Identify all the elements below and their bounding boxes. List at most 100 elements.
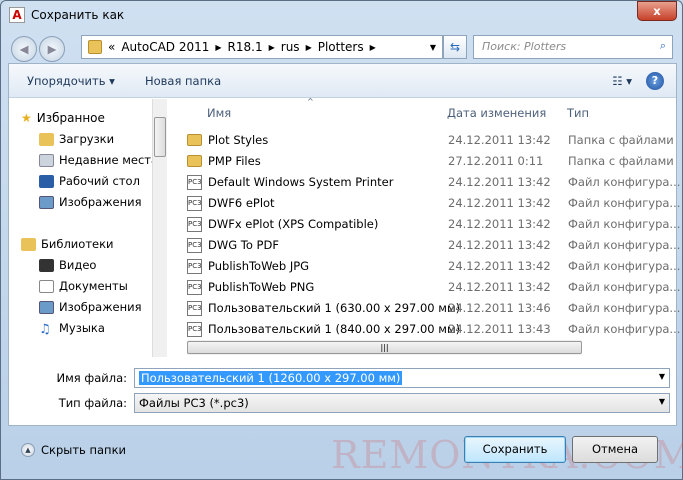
documents-icon xyxy=(39,279,54,293)
recent-places-icon xyxy=(39,153,54,167)
breadcrumb-separator-icon[interactable]: ▶ xyxy=(370,43,376,52)
file-type: Файл конфигура... xyxy=(568,238,681,252)
back-button[interactable]: ◀ xyxy=(11,36,37,62)
sidebar-item-music[interactable]: ♫ Музыка xyxy=(39,321,105,337)
file-type: Папка с файлами xyxy=(568,154,674,168)
sidebar-libraries[interactable]: Библиотеки xyxy=(21,237,114,251)
address-bar[interactable]: « AutoCAD 2011 ▶ R18.1 ▶ rus ▶ Plotters ▶ ▼ xyxy=(81,35,443,59)
breadcrumb-item[interactable]: Plotters xyxy=(318,40,364,54)
file-type: Файл конфигура... xyxy=(568,259,681,273)
scrollbar-thumb[interactable] xyxy=(154,117,166,157)
horizontal-scrollbar[interactable]: ||| xyxy=(187,340,582,355)
star-icon: ★ xyxy=(21,111,32,125)
file-row[interactable]: PC3 PublishToWeb JPG 24.12.2011 13:42 Фа… xyxy=(187,256,681,276)
filename-input[interactable]: Пользовательский 1 (1260.00 x 297.00 мм)… xyxy=(134,368,670,388)
filename-value: Пользовательский 1 (1260.00 x 297.00 мм) xyxy=(139,371,403,385)
file-date: 24.12.2011 13:46 xyxy=(448,301,551,315)
pictures-icon xyxy=(39,195,54,209)
file-date: 24.12.2011 13:42 xyxy=(448,238,551,252)
pc3-file-icon: PC3 xyxy=(187,216,202,232)
file-row[interactable]: PC3 PublishToWeb PNG 24.12.2011 13:42 Фа… xyxy=(187,277,681,297)
pc3-file-icon: PC3 xyxy=(187,174,202,190)
column-header-name[interactable]: Имя xyxy=(207,106,231,120)
file-type: Файл конфигура... xyxy=(568,175,681,189)
filetype-label: Тип файла: xyxy=(58,396,127,410)
pc3-file-icon: PC3 xyxy=(187,279,202,295)
file-date: 24.12.2011 13:42 xyxy=(448,217,551,231)
file-row[interactable]: PC3 Пользовательский 1 (840.00 x 297.00 … xyxy=(187,319,681,339)
file-name: Пользовательский 1 (630.00 x 297.00 мм) xyxy=(208,301,461,315)
filetype-value: Файлы PC3 (*.pc3) xyxy=(139,396,249,410)
file-row[interactable]: PC3 DWFx ePlot (XPS Compatible) 24.12.20… xyxy=(187,214,681,234)
downloads-icon xyxy=(39,132,54,146)
file-row[interactable]: PC3 DWF6 ePlot 24.12.2011 13:42 Файл кон… xyxy=(187,193,681,213)
file-date: 24.12.2011 13:42 xyxy=(448,196,551,210)
sidebar-item-images[interactable]: Изображения xyxy=(39,300,142,314)
file-name: DWFx ePlot (XPS Compatible) xyxy=(208,217,379,231)
sidebar-favorites[interactable]: ★ Избранное xyxy=(21,111,105,125)
search-icon[interactable]: ⌕ xyxy=(660,39,666,53)
title-bar: A Сохранить как xyxy=(9,7,124,23)
breadcrumb-item[interactable]: R18.1 xyxy=(228,40,263,54)
file-type: Файл конфигура... xyxy=(568,322,681,336)
breadcrumb-item[interactable]: AutoCAD 2011 xyxy=(121,40,209,54)
file-date: 27.12.2011 0:11 xyxy=(448,154,544,168)
pc3-file-icon: PC3 xyxy=(187,237,202,253)
file-row[interactable]: Plot Styles 24.12.2011 13:42 Папка с фай… xyxy=(187,130,677,150)
breadcrumb-item[interactable]: rus xyxy=(281,40,300,54)
file-name: PMP Files xyxy=(208,154,261,168)
breadcrumb-overflow[interactable]: « xyxy=(108,40,115,54)
chevron-down-icon[interactable]: ▼ xyxy=(659,397,665,406)
scrollbar-thumb[interactable]: ||| xyxy=(187,341,582,354)
forward-button[interactable]: ▶ xyxy=(39,36,65,62)
file-row[interactable]: PC3 DWG To PDF 24.12.2011 13:42 Файл кон… xyxy=(187,235,681,255)
hide-folders-toggle[interactable]: ▲ Скрыть папки xyxy=(21,443,126,457)
help-icon[interactable]: ? xyxy=(646,72,664,90)
chevron-down-icon[interactable]: ▼ xyxy=(659,372,665,381)
file-name: DWG To PDF xyxy=(208,238,279,252)
pc3-file-icon: PC3 xyxy=(187,258,202,274)
refresh-button[interactable]: ⇆ xyxy=(443,35,467,59)
file-type: Файл конфигура... xyxy=(568,280,681,294)
file-type: Файл конфигура... xyxy=(568,301,681,315)
column-header-date[interactable]: Дата изменения xyxy=(447,106,546,120)
file-type: Папка с файлами xyxy=(568,133,674,147)
file-name: Default Windows System Printer xyxy=(208,175,394,189)
pc3-file-icon: PC3 xyxy=(187,195,202,211)
column-header-type[interactable]: Тип xyxy=(567,106,589,120)
sidebar-item-desktop[interactable]: Рабочий стол xyxy=(39,174,140,188)
sort-arrow-icon: ^ xyxy=(307,97,314,106)
video-icon xyxy=(39,258,54,272)
chevron-down-icon[interactable]: ▼ xyxy=(430,43,436,52)
close-button[interactable]: x xyxy=(637,1,677,21)
music-icon: ♫ xyxy=(39,321,51,337)
breadcrumb-separator-icon[interactable]: ▶ xyxy=(306,43,312,52)
view-options-button[interactable]: ☷ ▾ xyxy=(612,74,632,88)
save-as-dialog: A Сохранить как x ◀ ▶ « AutoCAD 2011 ▶ R18… xyxy=(0,0,683,480)
cancel-button[interactable]: Отмена xyxy=(572,436,658,463)
file-row[interactable]: PMP Files 27.12.2011 0:11 Папка с файлам… xyxy=(187,151,677,171)
search-input[interactable]: Поиск: Plotters ⌕ xyxy=(473,35,673,59)
organize-button[interactable]: Упорядочить ▾ xyxy=(27,74,115,88)
save-button[interactable]: Сохранить xyxy=(464,436,566,463)
sidebar-item-recent[interactable]: Недавние места xyxy=(39,153,158,167)
sidebar-item-pictures[interactable]: Изображения xyxy=(39,195,142,209)
new-folder-button[interactable]: Новая папка xyxy=(145,74,221,88)
breadcrumb-separator-icon[interactable]: ▶ xyxy=(215,43,221,52)
filename-label: Имя файла: xyxy=(56,371,127,385)
file-row[interactable]: PC3 Default Windows System Printer 24.12… xyxy=(187,172,681,192)
file-name: PublishToWeb JPG xyxy=(208,259,310,273)
filetype-select[interactable]: Файлы PC3 (*.pc3) ▼ xyxy=(134,393,670,413)
sidebar-item-documents[interactable]: Документы xyxy=(39,279,128,293)
sidebar-scrollbar[interactable] xyxy=(152,99,167,357)
search-placeholder: Поиск: Plotters xyxy=(482,40,567,53)
file-type: Файл конфигура... xyxy=(568,196,681,210)
file-name: Plot Styles xyxy=(208,133,269,147)
file-type: Файл конфигура... xyxy=(568,217,681,231)
file-name: PublishToWeb PNG xyxy=(208,280,315,294)
breadcrumb: AutoCAD 2011 ▶ R18.1 ▶ rus ▶ Plotters ▶ xyxy=(121,40,375,54)
breadcrumb-separator-icon[interactable]: ▶ xyxy=(269,43,275,52)
file-row[interactable]: PC3 Пользовательский 1 (630.00 x 297.00 … xyxy=(187,298,681,318)
sidebar-item-video[interactable]: Видео xyxy=(39,258,96,272)
sidebar-item-downloads[interactable]: Загрузки xyxy=(39,132,114,146)
